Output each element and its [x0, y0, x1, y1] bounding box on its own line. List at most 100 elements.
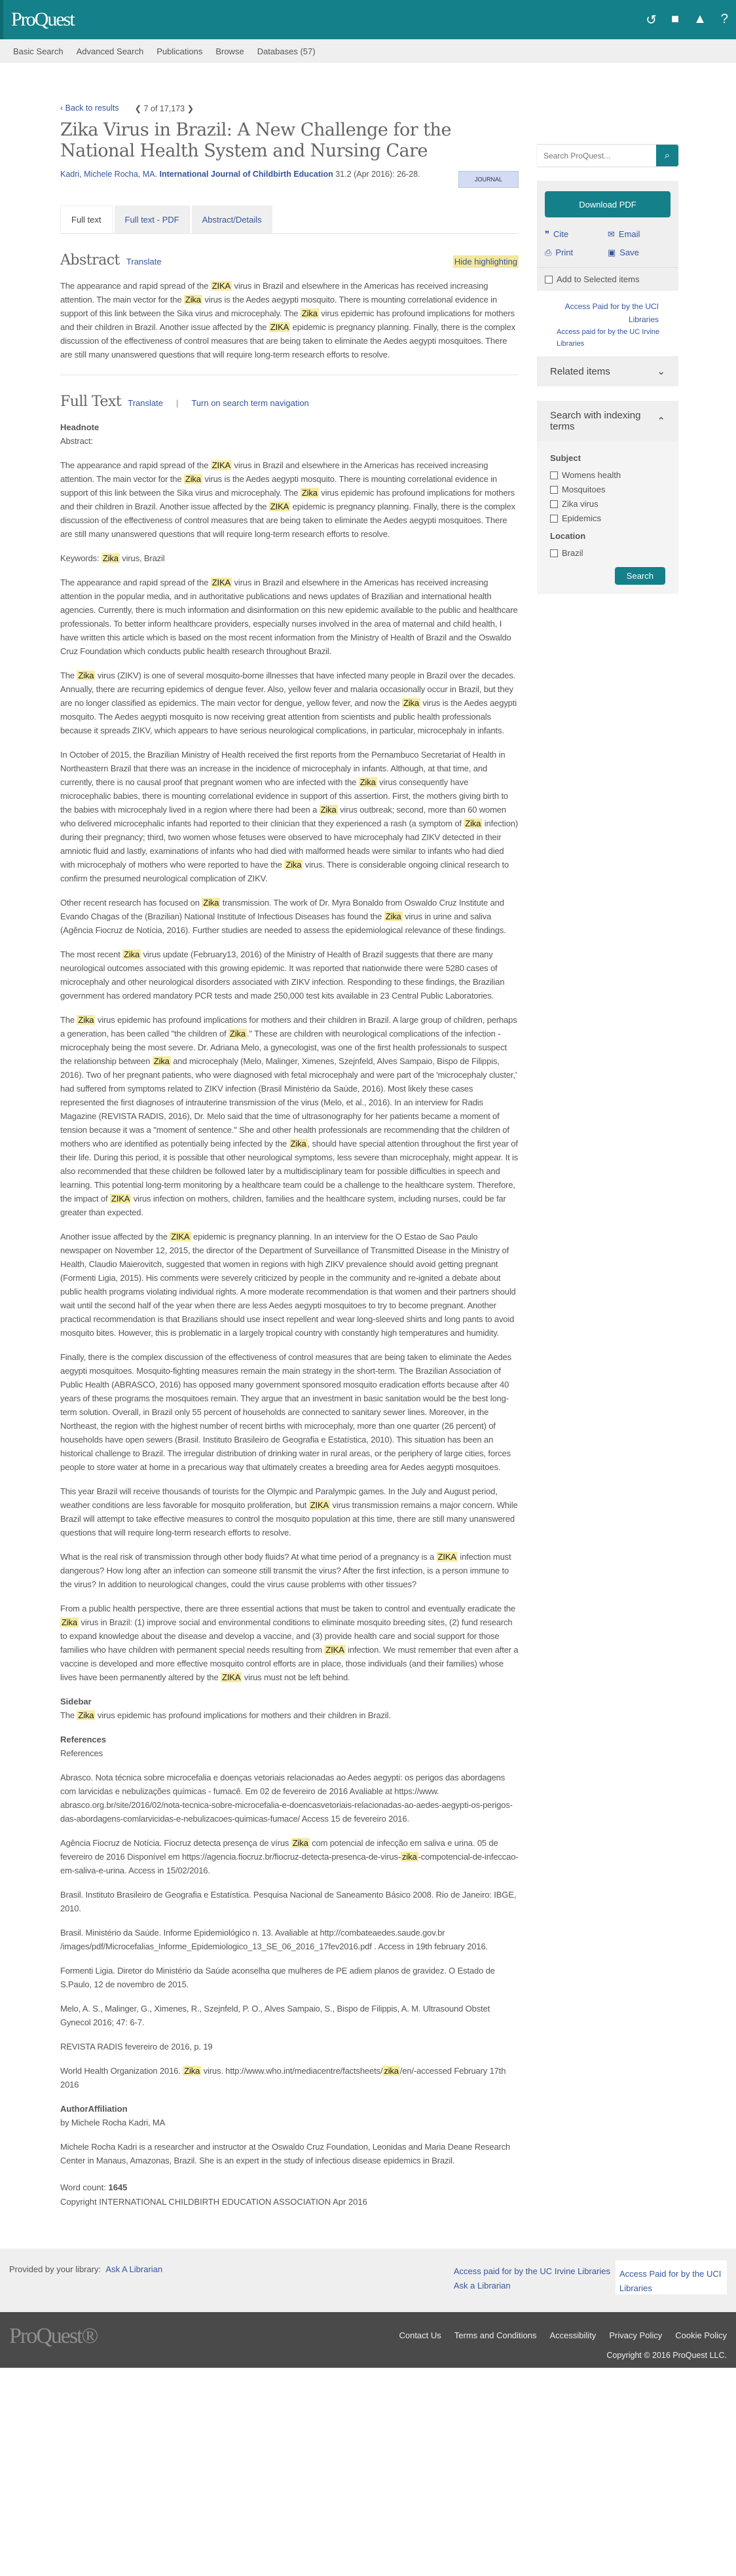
nav-databases[interactable]: Databases (57)	[257, 46, 316, 56]
text-segment: and microcephaly (Melo, Malinger, Ximene…	[60, 1056, 517, 1149]
checkbox[interactable]	[550, 500, 558, 508]
article-main: ‹ Back to results ❮ 7 of 17,173 ❯ Zika V…	[60, 63, 519, 2209]
add-to-selected-checkbox[interactable]: Add to Selected items	[537, 267, 678, 291]
search-term-highlight: Zika	[183, 2066, 202, 2076]
paragraph: References	[60, 1746, 519, 1760]
checkbox[interactable]	[550, 515, 558, 523]
search-term-highlight: Zika	[77, 1015, 96, 1025]
folder-icon[interactable]: ■	[671, 12, 679, 28]
quote-icon: ❞	[545, 229, 549, 239]
main-nav: Basic Search Advanced Search Publication…	[0, 39, 736, 63]
help-icon[interactable]: ?	[721, 12, 728, 28]
search-term-highlight: Zika	[358, 777, 377, 787]
privacy-policy-link[interactable]: Privacy Policy	[609, 2330, 662, 2340]
nav-publications[interactable]: Publications	[156, 46, 202, 56]
access-uci-link[interactable]: Access Paid for by the UCI Libraries	[557, 300, 659, 326]
search-input[interactable]	[537, 145, 656, 166]
text-segment: References	[60, 1748, 103, 1758]
search-term-highlight: ZIKA	[268, 322, 291, 332]
nav-browse[interactable]: Browse	[215, 46, 244, 56]
text-segment: Abrasco. Nota técnica sobre microcefalia…	[60, 1773, 513, 1824]
history-icon[interactable]: ↺	[646, 12, 657, 28]
text-segment: virus in Brazil and elsewhere in the Ame…	[60, 578, 518, 656]
download-pdf-button[interactable]: Download PDF	[545, 191, 671, 217]
abstract-heading: Abstract	[60, 252, 120, 268]
text-segment: virus must not be left behind.	[242, 1672, 350, 1682]
paragraph: Formenti Ligia. Diretor do Ministério da…	[60, 1964, 519, 1991]
search-term-highlight: Zika	[77, 671, 96, 680]
contact-us-link[interactable]: Contact Us	[399, 2330, 441, 2340]
back-to-results-link[interactable]: ‹ Back to results	[60, 103, 119, 113]
terms-link[interactable]: Terms and Conditions	[454, 2330, 537, 2340]
indexing-search-button[interactable]: Search	[614, 567, 665, 585]
accessibility-link[interactable]: Accessibility	[550, 2330, 597, 2340]
section-subheading: Sidebar	[60, 1697, 92, 1706]
text-segment: epidemic is pregnancy planning. In an in…	[60, 1232, 516, 1338]
email-button[interactable]: ✉ Email	[608, 229, 671, 240]
abstract-translate-link[interactable]: Translate	[126, 257, 162, 267]
search-term-highlight: Zika	[319, 805, 338, 815]
cookie-policy-link[interactable]: Cookie Policy	[675, 2330, 727, 2340]
access-irvine-link[interactable]: Access paid for by the UC Irvine Librari…	[557, 326, 668, 350]
search-term-highlight: Zika	[77, 1710, 96, 1720]
indexing-term-option[interactable]: Zika virus	[550, 497, 665, 511]
search-term-highlight: Zika	[284, 860, 303, 870]
right-sidebar: ⌕ Download PDF ❞Cite ✉Email ⎙Print ▣Save…	[537, 144, 678, 2209]
indexing-term-option[interactable]: Brazil	[550, 546, 665, 561]
related-items-toggle[interactable]: Related items ⌄	[537, 356, 678, 386]
text-segment: The most recent	[60, 949, 123, 959]
indexing-term-option[interactable]: Epidemics	[550, 511, 665, 526]
paragraph: This year Brazil will receive thousands …	[60, 1484, 519, 1539]
text-segment: The appearance and rapid spread of the	[60, 281, 211, 291]
indexing-term-option[interactable]: Womens health	[550, 468, 665, 483]
save-button[interactable]: ▣ Save	[608, 248, 671, 258]
result-pager[interactable]: ❮ 7 of 17,173 ❯	[135, 103, 194, 113]
search-term-highlight: ZIKA	[210, 460, 232, 470]
paragraph: Other recent research has focused on Zik…	[60, 896, 519, 937]
text-segment: The	[60, 1015, 77, 1025]
indexing-terms-toggle[interactable]: Search with indexing terms ⌃	[537, 401, 678, 441]
search-term-highlight: zika	[401, 1852, 418, 1862]
pub-date: (Apr 2016): 26-28.	[354, 170, 420, 179]
indexing-term-option[interactable]: Mosquitoes	[550, 483, 665, 497]
access-uci-footer-link[interactable]: Access Paid for by the UCI Libraries	[619, 2269, 721, 2293]
tab-full-text[interactable]: Full text	[60, 206, 113, 233]
search-term-highlight: Zika	[183, 295, 202, 304]
access-irvine-footer-link[interactable]: Access paid for by the UC Irvine Librari…	[454, 2266, 610, 2276]
journal-link[interactable]: International Journal of Childbirth Educ…	[159, 170, 333, 179]
user-icon[interactable]: ▲	[693, 12, 707, 28]
proquest-logo[interactable]: ProQuest	[11, 9, 75, 31]
search-term-highlight: Zika	[464, 819, 483, 828]
checkbox[interactable]	[545, 275, 553, 284]
checkbox[interactable]	[550, 471, 558, 479]
search-term-highlight: ZIKA	[170, 1232, 191, 1242]
checkbox[interactable]	[550, 486, 558, 494]
text-segment: Brasil. Ministério da Saúde. Informe Epi…	[60, 1928, 488, 1951]
text-segment: What is the real risk of transmission th…	[60, 1552, 437, 1562]
tab-full-text-pdf[interactable]: Full text - PDF	[114, 206, 190, 233]
print-button[interactable]: ⎙ Print	[545, 248, 608, 258]
ask-librarian-link[interactable]: Ask A Librarian	[105, 2264, 162, 2274]
hide-highlighting-button[interactable]: Hide highlighting	[452, 255, 519, 268]
tab-abstract-details[interactable]: Abstract/Details	[191, 206, 272, 233]
nav-basic-search[interactable]: Basic Search	[13, 46, 64, 56]
text-segment: Keywords:	[60, 553, 101, 563]
text-segment: Another issue affected by the	[60, 1232, 170, 1242]
search-term-highlight: Zika	[402, 698, 420, 708]
author-link[interactable]: Kadri, Michele Rocha, MA.	[60, 170, 157, 179]
printer-icon: ⎙	[545, 248, 552, 257]
nav-advanced-search[interactable]: Advanced Search	[77, 46, 144, 56]
paragraph: REVISTA RADIS fevereiro de 2016, p. 19	[60, 2040, 519, 2053]
search-icon[interactable]: ⌕	[656, 145, 678, 166]
library-footer: Provided by your library: Ask A Libraria…	[0, 2249, 736, 2312]
paragraph: The Zika virus epidemic has profound imp…	[60, 1013, 519, 1219]
journal-logo[interactable]: JOURNAL	[458, 171, 519, 188]
paragraph: Abstract:	[60, 434, 519, 448]
search-term-navigation-link[interactable]: Turn on search term navigation	[191, 398, 308, 408]
text-segment: virus. http://www.who.int/mediacentre/fa…	[201, 2066, 383, 2076]
checkbox[interactable]	[550, 549, 558, 557]
cite-button[interactable]: ❞ Cite	[545, 229, 608, 240]
ask-librarian-footer-link[interactable]: Ask a Librarian	[454, 2281, 511, 2291]
paragraph: by Michele Rocha Kadri, MA	[60, 2116, 519, 2129]
full-text-translate-link[interactable]: Translate	[128, 398, 163, 408]
